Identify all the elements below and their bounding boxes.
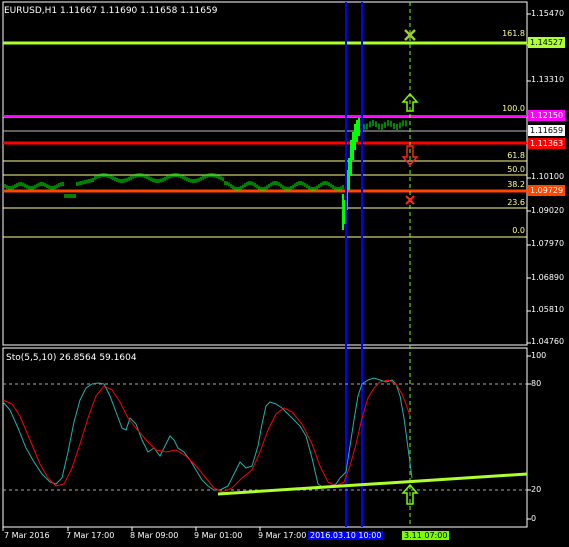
time-label: 8 Mar 09:00: [130, 531, 179, 540]
stoch-axis-100: 100: [531, 351, 547, 360]
price-tick: 1.07970: [531, 239, 565, 248]
time-label: 9 Mar 17:00: [258, 531, 307, 540]
stoch-signal-line: [2, 379, 411, 493]
symbol-info: EURUSD,H1 1.11667 1.11690 1.11658 1.1165…: [4, 6, 218, 16]
stoch-axis-20: 20: [531, 485, 542, 494]
fib-label-0: 0.0: [512, 226, 525, 235]
fib-label-61: 61.8: [507, 151, 525, 160]
price-tick: 1.05810: [531, 305, 565, 314]
fib-label-38: 38.2: [507, 180, 525, 189]
fib-label-100: 100.0: [502, 104, 525, 113]
stoch-axis-80: 80: [531, 379, 542, 388]
arrow-down-icon: [401, 145, 419, 167]
red-x-icon: [405, 195, 415, 205]
red-bottom-price-tag: 1.09729: [528, 185, 565, 196]
stochastic-title: Sto(5,5,10) 26.8564 59.1604: [6, 353, 137, 363]
chart-canvas[interactable]: [0, 0, 569, 547]
vertical-line-time-tag: 2016.03.10 10:00: [308, 531, 384, 540]
fib-label-50: 50.0: [507, 165, 525, 174]
price-panel-frame: [2, 1, 528, 346]
magenta-line-price-tag: 1.12150: [528, 110, 565, 121]
price-tick: 1.09020: [531, 206, 565, 215]
time-label: 9 Mar 01:00: [194, 531, 243, 540]
time-label: 7 Mar 17:00: [66, 531, 115, 540]
red-top-price-tag: 1.11363: [528, 138, 565, 149]
fibonacci-levels[interactable]: [3, 116, 527, 238]
price-tick: 1.13310: [531, 75, 565, 84]
green-line-price-tag: 1.14527: [528, 37, 565, 48]
dashed-line-time-tag: 3.11 07:00: [402, 531, 450, 540]
price-tick: 1.15470: [531, 9, 565, 18]
price-tick: 1.06890: [531, 273, 565, 282]
current-price-tag: 1.11659: [528, 125, 565, 136]
fib-label-161: 161.8: [502, 29, 525, 38]
stoch-trendline[interactable]: [217, 472, 528, 496]
price-tick: 1.10100: [531, 172, 565, 181]
stoch-main-line: [2, 377, 413, 491]
time-label: 7 Mar 2016: [4, 531, 50, 540]
fib-label-23: 23.6: [507, 198, 525, 207]
price-tick: 1.04760: [531, 337, 565, 346]
stoch-axis-0: 0: [531, 514, 537, 523]
